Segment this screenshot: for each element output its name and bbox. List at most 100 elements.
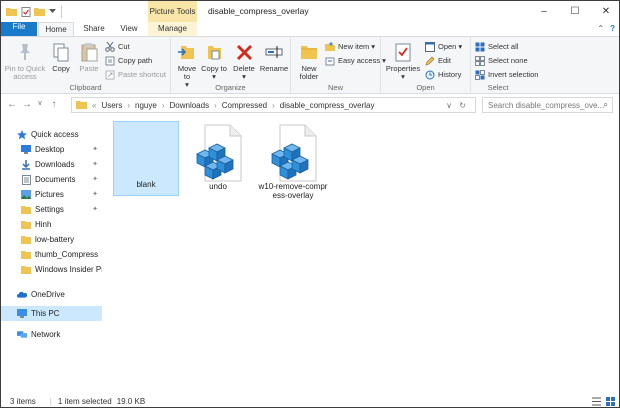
select-none-button[interactable]: Select none	[475, 55, 528, 66]
recent-locations-icon[interactable]: ∨	[34, 99, 46, 107]
tab-manage[interactable]: Manage	[148, 22, 197, 36]
breadcrumb-nguye[interactable]: nguye	[135, 101, 157, 110]
open-button[interactable]: Open ▾	[425, 41, 462, 52]
breadcrumb-downloads[interactable]: Downloads	[169, 101, 209, 110]
close-button[interactable]: ✕	[591, 1, 619, 22]
qat-divider	[61, 5, 62, 18]
nav-onedrive[interactable]: OneDrive	[17, 287, 102, 302]
easy-access-icon	[325, 56, 335, 66]
history-button[interactable]: History	[425, 69, 461, 80]
select-all-button[interactable]: Select all	[475, 41, 518, 52]
rename-button[interactable]: Rename	[259, 41, 289, 73]
pinned-icon: ✦	[92, 146, 98, 153]
nav-item-pictures[interactable]: Pictures ✦	[21, 187, 102, 202]
new-folder-qat-icon[interactable]	[34, 6, 45, 17]
address-bar[interactable]: « Users › nguye › Downloads › Compressed…	[71, 97, 476, 113]
properties-icon	[385, 41, 421, 63]
blank-thumbnail	[114, 122, 178, 180]
delete-dropdown-icon: ▾	[242, 72, 246, 81]
file-name: blank	[136, 180, 156, 189]
copy-button[interactable]: Copy	[49, 41, 73, 73]
refresh-icon[interactable]: ↻	[459, 101, 466, 110]
select-group: Select all Select none Invert selection …	[471, 37, 619, 94]
breadcrumb-separator: ›	[214, 100, 217, 110]
nav-item-settings[interactable]: Settings ✦	[21, 202, 102, 217]
properties-button[interactable]: Properties ▾	[385, 41, 421, 81]
cut-button[interactable]: Cut	[105, 41, 130, 52]
invert-selection-icon	[475, 69, 485, 80]
breadcrumb-current-folder[interactable]: disable_compress_overlay	[280, 101, 375, 110]
maximize-button[interactable]: ☐	[560, 1, 590, 22]
tab-file[interactable]: File	[1, 22, 37, 36]
move-to-button[interactable]: Move to ▾	[175, 41, 199, 89]
details-view-icon[interactable]	[592, 397, 601, 407]
rename-icon	[259, 41, 289, 63]
edit-pencil-icon	[425, 56, 435, 66]
tab-view[interactable]: View	[115, 22, 143, 36]
file-item-undo[interactable]: undo	[185, 124, 251, 191]
back-arrow-icon[interactable]: ←	[6, 99, 18, 110]
registry-file-icon	[185, 124, 251, 182]
large-icons-view-icon[interactable]	[606, 397, 615, 407]
edit-button[interactable]: Edit	[425, 55, 451, 66]
navigation-pane: Quick access Desktop ✦ Downloads ✦ Documen…	[1, 118, 102, 394]
delete-button[interactable]: Delete ▾	[231, 41, 257, 81]
pin-to-quick-access-button[interactable]: Pin to Quick access	[4, 41, 46, 81]
nav-item-low-battery[interactable]: low-battery	[21, 232, 102, 247]
ribbon-controls: ⌃ ?	[597, 24, 615, 33]
minimize-button[interactable]: –	[529, 1, 559, 22]
copy-path-button[interactable]: Copy path	[105, 55, 152, 66]
tab-share[interactable]: Share	[79, 22, 109, 36]
breadcrumb-separator: ›	[127, 100, 131, 110]
nav-item-thumb-compress[interactable]: thumb_Compress	[21, 247, 102, 262]
status-bar: 3 items | 1 item selected 19.0 KB	[1, 394, 619, 407]
nav-this-pc[interactable]: This PC	[1, 306, 102, 321]
qat-dropdown-icon[interactable]	[48, 6, 56, 17]
nav-item-desktop[interactable]: Desktop ✦	[21, 142, 102, 157]
file-item-blank[interactable]: blank	[113, 121, 179, 196]
copy-icon	[49, 41, 73, 63]
tab-home[interactable]: Home	[38, 22, 74, 37]
cloud-icon	[17, 290, 27, 300]
nav-item-downloads[interactable]: Downloads ✦	[21, 157, 102, 172]
organize-group: Move to ▾ Copy to ▾ Delete ▾ Rename Orga…	[171, 37, 291, 94]
breadcrumb-compressed[interactable]: Compressed	[222, 101, 267, 110]
breadcrumb-separator: ›	[161, 100, 165, 110]
window-title: disable_compress_overlay	[208, 6, 309, 16]
new-group: New folder New item ▾ Easy access ▾ New	[291, 37, 386, 94]
computer-icon	[17, 309, 27, 319]
folder-icon	[21, 205, 31, 215]
paste-button[interactable]: Paste	[76, 41, 102, 73]
invert-selection-button[interactable]: Invert selection	[475, 69, 538, 80]
file-item-w10-remove-compress-overlay[interactable]: w10-remove-compress-overlay	[257, 124, 329, 200]
nav-quick-access[interactable]: Quick access	[17, 127, 102, 142]
new-item-dropdown-icon: ▾	[371, 42, 376, 51]
ribbon: Pin to Quick access Copy Paste Cut Copy …	[1, 36, 619, 94]
help-icon[interactable]: ?	[610, 24, 615, 33]
up-arrow-icon[interactable]: ↑	[48, 99, 60, 110]
easy-access-button[interactable]: Easy access ▾	[325, 55, 386, 66]
nav-item-hinh[interactable]: Hinh	[21, 217, 102, 232]
breadcrumb-overflow[interactable]: «	[92, 101, 96, 110]
properties-check-icon[interactable]	[20, 6, 31, 17]
network-icon	[17, 330, 27, 340]
collapse-ribbon-icon[interactable]: ⌃	[597, 24, 604, 33]
paste-shortcut-button[interactable]: Paste shortcut	[105, 69, 166, 80]
nav-network[interactable]: Network	[17, 327, 102, 342]
copy-to-button[interactable]: Copy to ▾	[201, 41, 227, 81]
breadcrumb-users[interactable]: Users	[101, 101, 122, 110]
new-folder-button[interactable]: New folder	[295, 41, 323, 81]
pictures-icon	[21, 190, 31, 200]
nav-item-windows-insider[interactable]: Windows Insider Pro	[21, 262, 102, 277]
new-item-button[interactable]: New item ▾	[325, 41, 375, 52]
picture-tools-context: Picture Tools	[148, 1, 197, 22]
search-box[interactable]: Search disable_compress_ove... ⌕	[482, 97, 613, 113]
star-icon	[17, 129, 27, 140]
desktop-icon	[21, 145, 31, 155]
copy-path-icon	[105, 56, 115, 66]
clipboard-group: Pin to Quick access Copy Paste Cut Copy …	[1, 37, 171, 94]
download-arrow-icon	[21, 159, 31, 170]
nav-item-documents[interactable]: Documents ✦	[21, 172, 102, 187]
address-dropdown-icon[interactable]: ∨	[446, 101, 452, 110]
forward-arrow-icon[interactable]: →	[21, 99, 33, 110]
